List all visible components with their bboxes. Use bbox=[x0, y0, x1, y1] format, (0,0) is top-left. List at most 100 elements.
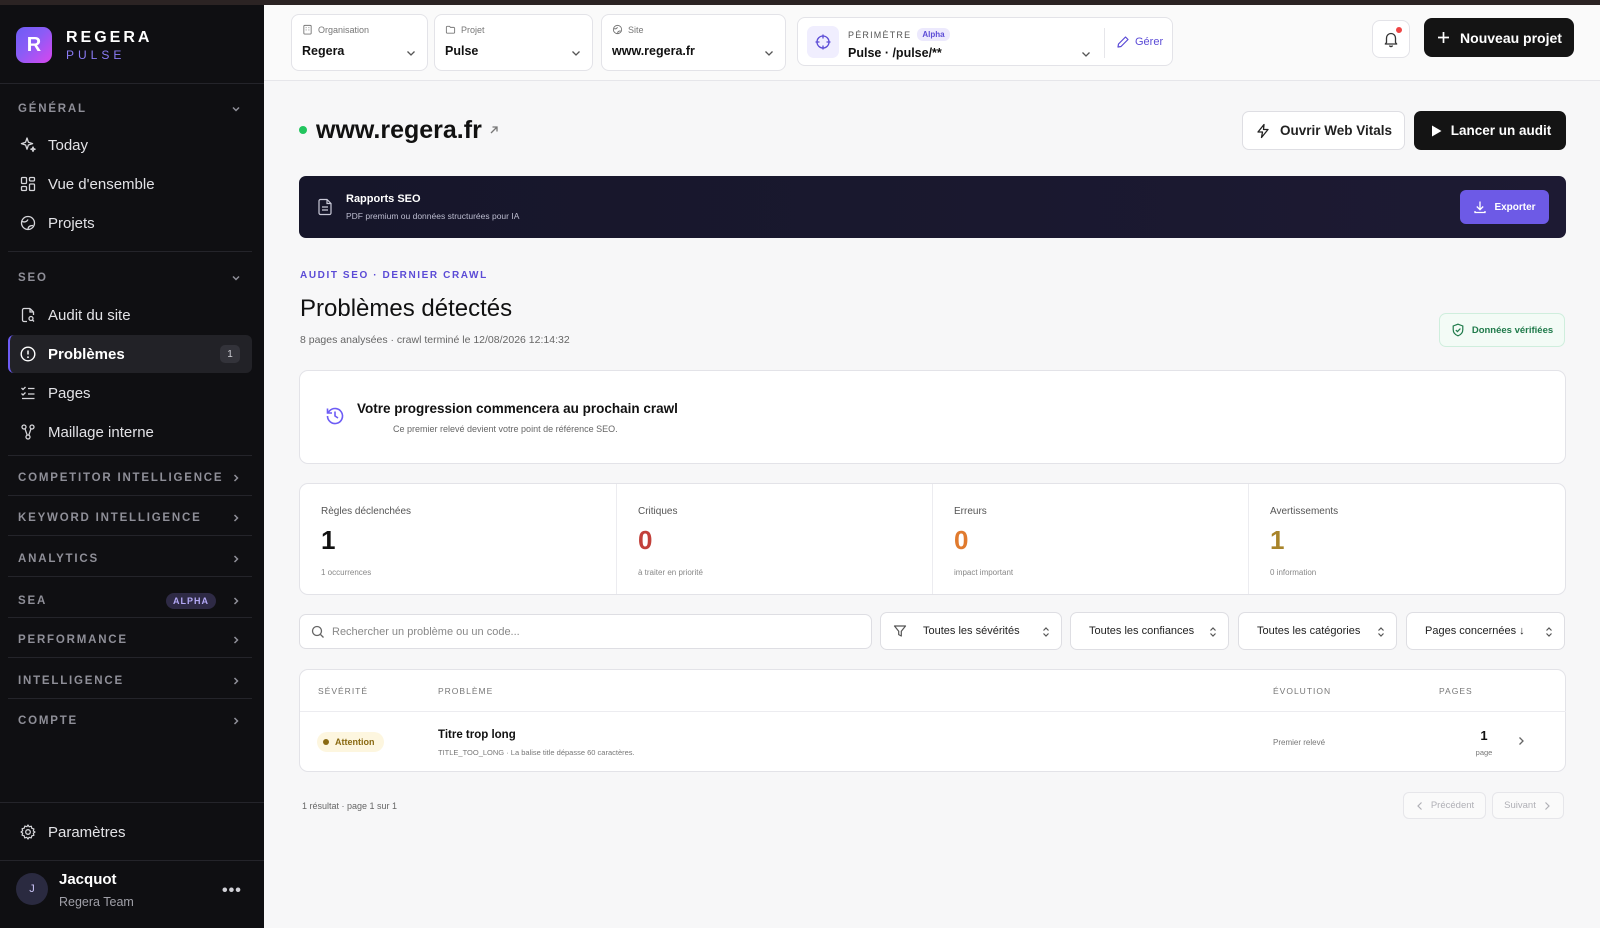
seo-reports-subtitle: PDF premium ou données structurées pour … bbox=[346, 211, 520, 221]
manage-perimeter-button[interactable]: Gérer bbox=[1116, 35, 1163, 49]
search-input[interactable] bbox=[332, 615, 852, 648]
user-more-button[interactable]: ••• bbox=[222, 882, 242, 900]
launch-audit-button[interactable]: Lancer un audit bbox=[1414, 111, 1566, 150]
chevron-right-icon bbox=[233, 636, 239, 644]
organisation-label: Organisation bbox=[318, 24, 370, 35]
shield-check-icon bbox=[1452, 323, 1464, 337]
sidebar-divider bbox=[8, 698, 252, 699]
sidebar-item-pages[interactable]: Pages bbox=[8, 374, 252, 412]
sidebar-item-projects[interactable]: Projets bbox=[8, 204, 252, 242]
avatar[interactable]: J bbox=[16, 873, 48, 905]
section-title: KEYWORD INTELLIGENCE bbox=[18, 512, 202, 524]
brand[interactable]: R REGERA PULSE bbox=[16, 27, 152, 63]
notification-dot bbox=[1396, 27, 1402, 33]
sidebar-item-today[interactable]: Today bbox=[8, 126, 252, 164]
section-competitor-intelligence[interactable]: COMPETITOR INTELLIGENCE bbox=[18, 472, 242, 484]
sparkles-icon bbox=[20, 137, 36, 153]
table-row[interactable] bbox=[300, 712, 1566, 772]
new-project-button[interactable]: Nouveau projet bbox=[1424, 18, 1574, 57]
pages-count: 1 bbox=[1480, 728, 1488, 743]
section-sea[interactable]: SEA ALPHA bbox=[18, 593, 242, 609]
notifications-button[interactable] bbox=[1372, 20, 1410, 58]
section-title: COMPETITOR INTELLIGENCE bbox=[18, 472, 224, 484]
site-select[interactable]: Site www.regera.fr bbox=[601, 14, 786, 71]
section-seo-title: SEO bbox=[18, 272, 48, 284]
chevron-right-icon bbox=[1544, 801, 1550, 810]
stat-value: 1 bbox=[321, 525, 336, 555]
chevron-updown-icon bbox=[1546, 627, 1552, 637]
problem-title: Titre trop long bbox=[438, 729, 516, 741]
brand-logo: R bbox=[16, 27, 52, 63]
globe-icon bbox=[20, 215, 36, 231]
stat-value: 0 bbox=[954, 525, 969, 555]
previous-page-button[interactable]: Précédent bbox=[1403, 792, 1486, 819]
chevron-down-icon bbox=[765, 51, 773, 56]
zap-icon bbox=[1257, 123, 1269, 138]
perimeter-select[interactable]: PÉRIMÈTRE Alpha Pulse · /pulse/** Gérer bbox=[797, 17, 1173, 66]
previous-label: Précédent bbox=[1430, 800, 1475, 811]
verified-label: Données vérifiées bbox=[1471, 324, 1554, 336]
site-status-dot bbox=[299, 126, 307, 134]
column-severity[interactable]: SÉVÉRITÉ bbox=[318, 686, 368, 696]
seo-reports-banner: Rapports SEO PDF premium ou données stru… bbox=[299, 176, 1566, 238]
sidebar-item-label: Audit du site bbox=[48, 306, 131, 324]
sidebar-divider bbox=[8, 495, 252, 496]
problem-description: TITLE_TOO_LONG · La balise title dépasse… bbox=[438, 748, 635, 757]
project-value: Pulse bbox=[445, 44, 479, 58]
section-seo-toggle[interactable]: SEO bbox=[18, 272, 242, 284]
category-filter[interactable]: Toutes les catégories bbox=[1238, 612, 1397, 650]
section-keyword-intelligence[interactable]: KEYWORD INTELLIGENCE bbox=[18, 512, 242, 524]
severity-badge: Attention bbox=[317, 732, 384, 752]
seo-reports-title: Rapports SEO bbox=[346, 193, 421, 205]
section-title: PERFORMANCE bbox=[18, 634, 128, 646]
section-account[interactable]: COMPTE bbox=[18, 715, 242, 727]
open-web-vitals-button[interactable]: Ouvrir Web Vitals bbox=[1242, 111, 1405, 150]
sidebar-divider bbox=[8, 576, 252, 577]
next-page-button[interactable]: Suivant bbox=[1492, 792, 1564, 819]
chevron-down-icon bbox=[407, 51, 415, 56]
section-title: ANALYTICS bbox=[18, 553, 99, 565]
column-pages[interactable]: PAGES bbox=[1439, 686, 1473, 696]
organisation-select[interactable]: Organisation Regera bbox=[291, 14, 428, 71]
gear-icon bbox=[20, 824, 36, 840]
confidence-filter-value: Toutes les confiances bbox=[1089, 625, 1195, 637]
perimeter-separator bbox=[1104, 28, 1105, 58]
network-icon bbox=[21, 424, 35, 440]
export-label: Exporter bbox=[1494, 201, 1536, 213]
sidebar-divider bbox=[8, 535, 252, 536]
section-analytics[interactable]: ANALYTICS bbox=[18, 553, 242, 565]
section-intelligence[interactable]: INTELLIGENCE bbox=[18, 675, 242, 687]
stat-sub: 0 information bbox=[1270, 568, 1317, 577]
stat-label: Avertissements bbox=[1270, 506, 1339, 517]
sidebar-item-settings[interactable]: Paramètres bbox=[8, 813, 252, 851]
severity-filter[interactable]: Toutes les sévérités bbox=[880, 612, 1062, 650]
project-select[interactable]: Projet Pulse bbox=[434, 14, 593, 71]
sidebar-item-site-audit[interactable]: Audit du site bbox=[8, 296, 252, 334]
sidebar-item-label: Today bbox=[48, 136, 89, 154]
confidence-filter[interactable]: Toutes les confiances bbox=[1070, 612, 1229, 650]
brand-name: REGERA bbox=[66, 28, 153, 46]
chevron-left-icon bbox=[1416, 801, 1422, 810]
next-label: Suivant bbox=[1504, 800, 1536, 811]
chevron-right-icon[interactable] bbox=[1515, 735, 1527, 747]
section-performance[interactable]: PERFORMANCE bbox=[18, 634, 242, 646]
stat-critical: Critiques 0 à traiter en priorité bbox=[616, 484, 932, 594]
new-project-label: Nouveau projet bbox=[1460, 29, 1562, 46]
sort-value: Pages concernées ↓ bbox=[1425, 625, 1525, 637]
building-icon bbox=[303, 24, 312, 35]
site-title: www.regera.fr bbox=[316, 116, 482, 144]
chevron-down-icon bbox=[1082, 52, 1090, 57]
sort-select[interactable]: Pages concernées ↓ bbox=[1406, 612, 1565, 650]
section-general-toggle[interactable]: GÉNÉRAL bbox=[18, 103, 242, 115]
external-link-icon[interactable] bbox=[488, 124, 500, 136]
sidebar-divider bbox=[8, 251, 252, 252]
chevron-right-icon bbox=[233, 555, 239, 563]
sidebar-item-internal-linking[interactable]: Maillage interne bbox=[8, 413, 252, 451]
sidebar-item-problems[interactable]: Problèmes 1 bbox=[8, 335, 252, 373]
stat-sub: impact important bbox=[954, 568, 1014, 577]
column-evolution[interactable]: ÉVOLUTION bbox=[1273, 686, 1331, 696]
chevron-right-icon bbox=[233, 677, 239, 685]
column-problem[interactable]: PROBLÈME bbox=[438, 686, 493, 696]
export-button[interactable]: Exporter bbox=[1460, 190, 1549, 224]
sidebar-item-overview[interactable]: Vue d'ensemble bbox=[8, 165, 252, 203]
